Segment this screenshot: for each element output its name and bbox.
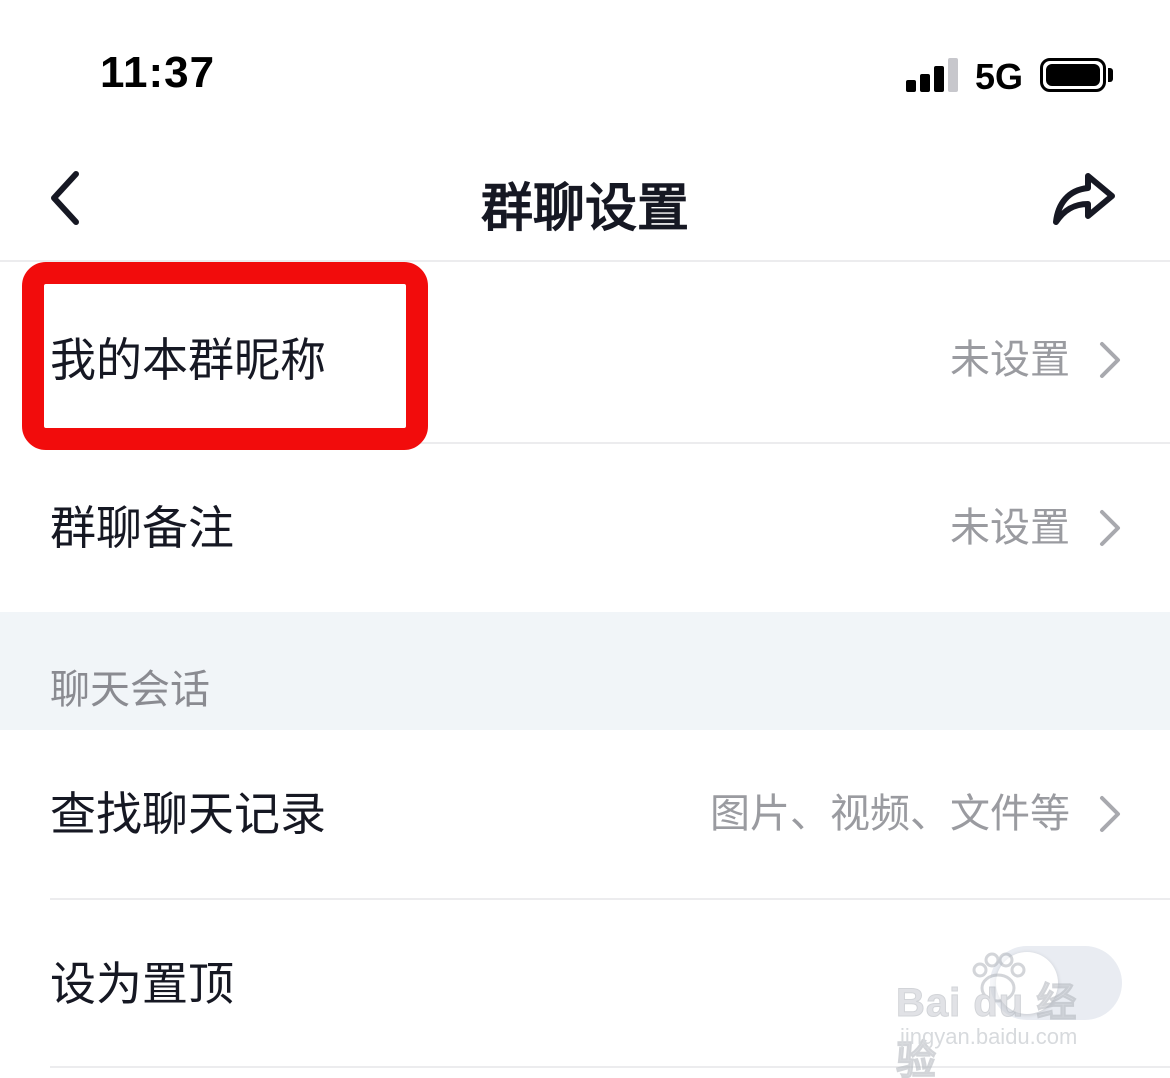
row-value: 未设置 [950, 337, 1070, 383]
row-group-nickname[interactable]: 我的本群昵称 未设置 [0, 276, 1170, 444]
chevron-right-icon [1098, 794, 1122, 834]
row-value: 图片、视频、文件等 [710, 791, 1070, 837]
toggle-knob [996, 952, 1058, 1014]
section-header-chat: 聊天会话 [0, 612, 1170, 730]
row-value: 未设置 [950, 505, 1070, 551]
status-time: 11:37 [100, 48, 216, 97]
row-label: 查找聊天记录 [50, 787, 326, 841]
pin-top-toggle[interactable] [990, 946, 1122, 1020]
battery-cap [1108, 68, 1113, 82]
status-bar: 11:37 5G [0, 0, 1170, 140]
share-forward-icon[interactable] [1050, 168, 1120, 230]
row-search-history[interactable]: 查找聊天记录 图片、视频、文件等 [0, 730, 1170, 898]
nav-bar: 群聊设置 [0, 140, 1170, 262]
row-label: 我的本群昵称 [50, 333, 326, 387]
row-group-remark[interactable]: 群聊备注 未设置 [0, 444, 1170, 612]
signal-strength-icon [906, 58, 958, 92]
row-label: 群聊备注 [50, 501, 234, 555]
chevron-right-icon [1098, 508, 1122, 548]
row-label: 设为置顶 [50, 957, 234, 1011]
divider [50, 1066, 1170, 1068]
network-type: 5G [975, 56, 1024, 97]
battery-icon [1040, 58, 1106, 92]
page-title: 群聊设置 [480, 179, 689, 239]
chevron-right-icon [1098, 340, 1122, 380]
